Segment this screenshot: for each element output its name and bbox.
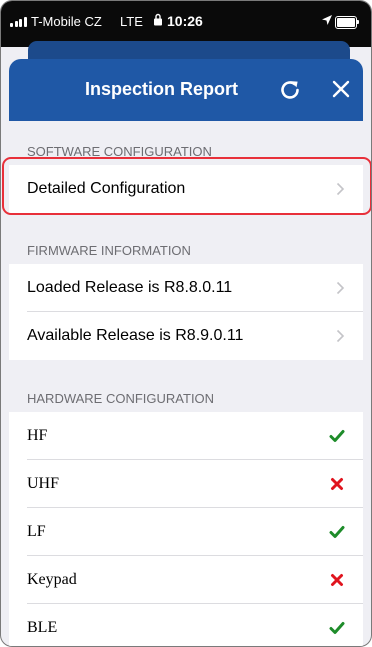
carrier-name: T-Mobile CZ xyxy=(31,14,102,29)
section-header-hardware: HARDWARE CONFIGURATION xyxy=(27,391,215,406)
available-release-row[interactable]: Available Release is R8.9.0.11 xyxy=(9,312,363,360)
cross-icon xyxy=(331,478,343,490)
phone-screen: T-Mobile CZ LTE 10:26 Inspection Report … xyxy=(0,0,372,647)
row-label: LF xyxy=(27,523,46,540)
loaded-release-row[interactable]: Loaded Release is R8.8.0.11 xyxy=(9,264,363,312)
row-label: Detailed Configuration xyxy=(27,180,186,197)
row-label: UHF xyxy=(27,475,60,492)
status-time: 10:26 xyxy=(167,13,203,29)
battery-icon xyxy=(335,16,359,29)
row-label: BLE xyxy=(27,619,58,636)
check-icon xyxy=(329,526,345,538)
check-icon xyxy=(329,622,345,634)
cross-icon xyxy=(331,574,343,586)
hardware-row-uhf: UHF xyxy=(9,460,363,508)
signal-icon xyxy=(10,17,27,27)
check-icon xyxy=(329,430,345,442)
refresh-icon[interactable] xyxy=(277,77,303,103)
section-header-firmware: FIRMWARE INFORMATION xyxy=(27,243,191,258)
chevron-right-icon xyxy=(336,182,345,196)
row-label: HF xyxy=(27,427,48,444)
row-label: Available Release is R8.9.0.11 xyxy=(27,327,244,344)
location-arrow-icon xyxy=(322,15,332,25)
hardware-row-ble: BLE xyxy=(9,604,363,646)
chevron-right-icon xyxy=(336,281,345,295)
section-header-software: SOFTWARE CONFIGURATION xyxy=(27,144,212,159)
hardware-row-hf: HF xyxy=(9,412,363,460)
row-label: Keypad xyxy=(27,571,77,588)
lock-icon xyxy=(154,13,162,26)
network-type: LTE xyxy=(120,14,143,29)
close-icon[interactable] xyxy=(330,78,352,100)
modal-header: Inspection Report xyxy=(9,59,363,121)
row-label: Loaded Release is R8.8.0.11 xyxy=(27,279,233,296)
page-title: Inspection Report xyxy=(85,79,239,99)
firmware-group: Loaded Release is R8.8.0.11 Available Re… xyxy=(9,264,363,360)
hardware-group: HF UHF LF Keypad BLE xyxy=(9,412,363,646)
report-content: SOFTWARE CONFIGURATION Detailed Configur… xyxy=(9,121,363,646)
detailed-configuration-row[interactable]: Detailed Configuration xyxy=(9,165,363,213)
hardware-row-keypad: Keypad xyxy=(9,556,363,604)
chevron-right-icon xyxy=(336,329,345,343)
hardware-row-lf: LF xyxy=(9,508,363,556)
software-group: Detailed Configuration xyxy=(9,165,363,213)
